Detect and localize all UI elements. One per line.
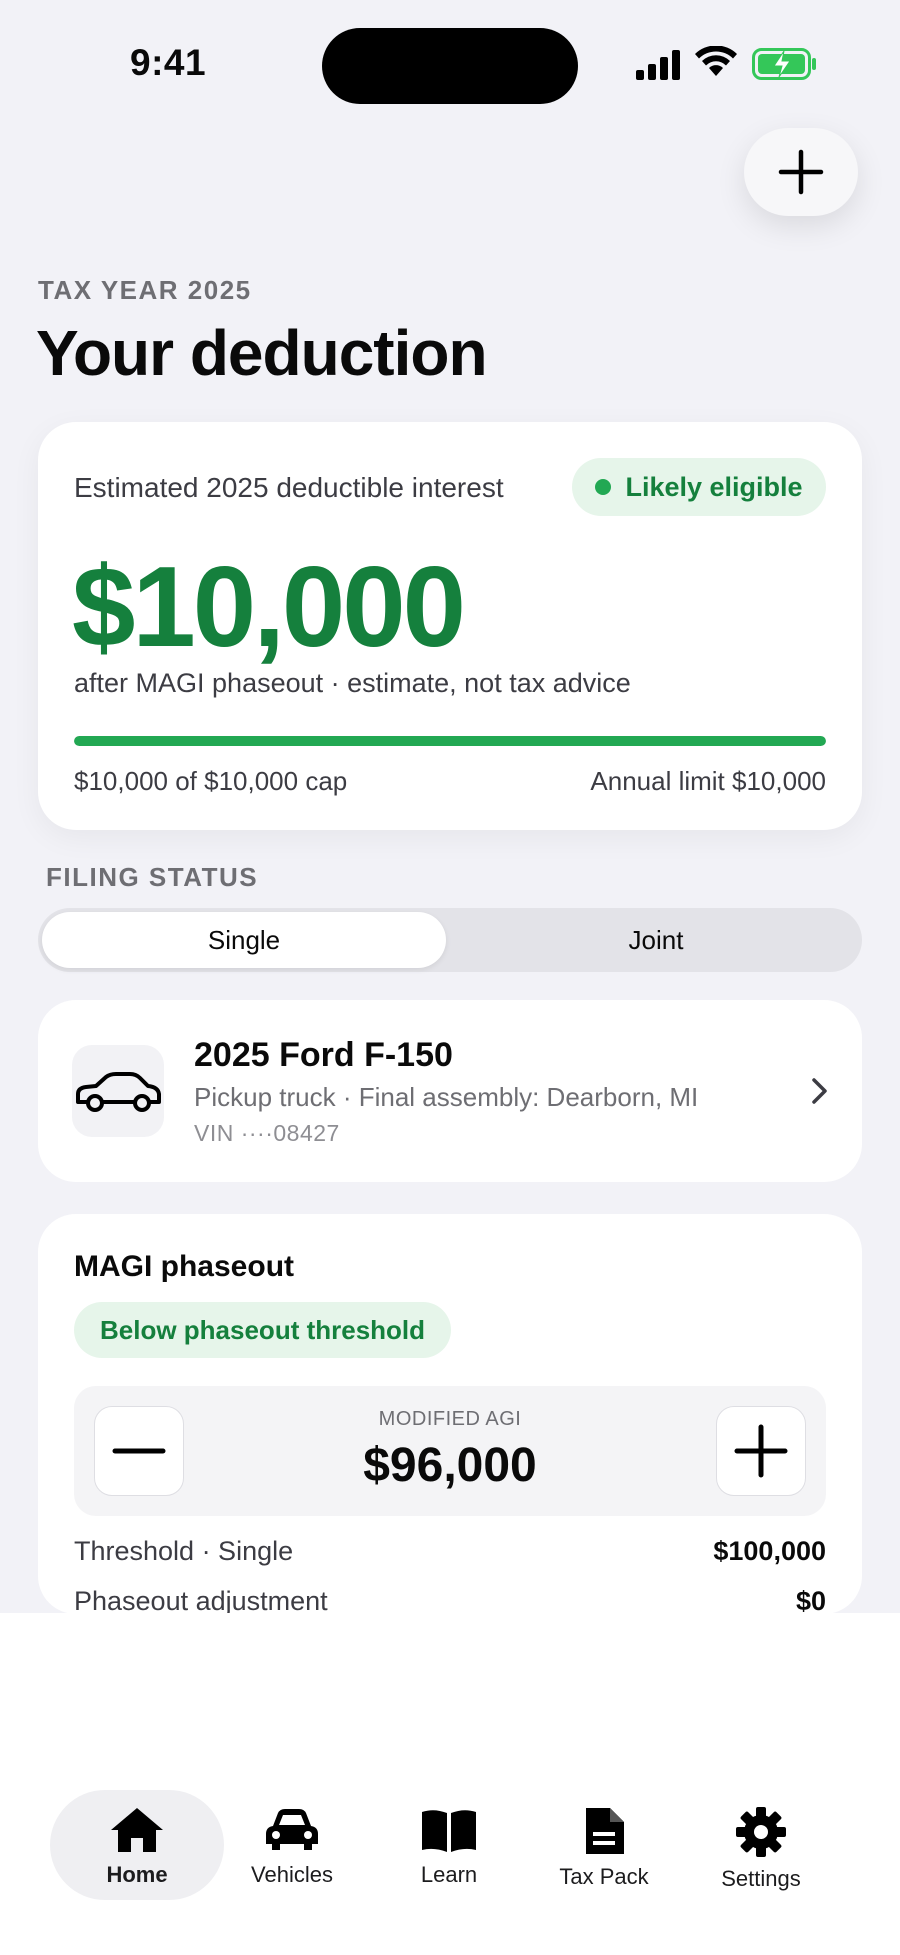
status-dot-icon	[595, 479, 612, 495]
filing-status-segmented-control[interactable]: Single Joint	[38, 908, 862, 972]
eligibility-badge-label: Likely eligible	[625, 471, 803, 502]
tab-settings-label: Settings	[721, 1866, 801, 1891]
annual-limit-text: Annual limit $10,000	[590, 766, 826, 796]
tab-home[interactable]: Home	[52, 1786, 222, 1896]
cellular-signal-icon	[636, 50, 680, 80]
tab-home-label: Home	[106, 1862, 168, 1887]
eligibility-badge: Likely eligible	[572, 458, 826, 516]
chevron-right-icon	[812, 1078, 827, 1104]
deduction-amount: $10,000	[72, 544, 466, 671]
vehicle-title: 2025 Ford F-150	[194, 1036, 453, 1074]
magi-title: MAGI phaseout	[74, 1250, 295, 1283]
deduction-subtitle: after MAGI phaseout · estimate, not tax …	[74, 668, 631, 698]
filing-status-joint[interactable]: Joint	[454, 912, 858, 968]
tab-tax-pack-label: Tax Pack	[559, 1864, 649, 1889]
deduction-summary-card: Estimated 2025 deductible interest Likel…	[38, 422, 862, 830]
threshold-label: Threshold · Single	[74, 1536, 294, 1566]
car-outline-icon	[76, 1072, 161, 1112]
plus-icon	[778, 149, 824, 195]
cap-progress-fill	[74, 736, 826, 746]
tab-learn[interactable]: Learn	[364, 1786, 534, 1896]
house-icon	[111, 1808, 163, 1852]
status-time: 9:41	[130, 42, 207, 83]
tab-vehicles-label: Vehicles	[251, 1862, 333, 1887]
tax-year-label: TAX YEAR 2025	[38, 275, 252, 305]
vehicle-subtitle: Pickup truck · Final assembly: Dearborn,…	[194, 1082, 699, 1112]
deduction-label: Estimated 2025 deductible interest	[74, 472, 504, 503]
filing-status-label: FILING STATUS	[46, 862, 259, 892]
magi-input-label: MODIFIED AGI	[378, 1408, 522, 1430]
vehicle-vin: VIN ····08427	[194, 1120, 340, 1146]
add-button[interactable]	[744, 128, 858, 216]
gear-icon	[736, 1807, 786, 1857]
magi-stepper: MODIFIED AGI $96,000	[74, 1386, 826, 1516]
page-title: Your deduction	[36, 317, 488, 389]
car-icon	[266, 1809, 318, 1850]
tab-bar: Home Vehicles Learn Tax Pack Settings	[0, 1786, 900, 1955]
filing-status-single[interactable]: Single	[42, 912, 446, 968]
magi-phaseout-card: MAGI phaseout Below phaseout threshold M…	[38, 1214, 862, 1616]
dynamic-island	[322, 28, 578, 104]
tab-learn-label: Learn	[420, 1862, 478, 1887]
plus-icon	[734, 1424, 788, 1478]
tab-vehicles[interactable]: Vehicles	[207, 1786, 377, 1896]
threshold-value: $100,000	[713, 1536, 826, 1566]
cap-progress-text: $10,000 of $10,000 cap	[74, 766, 348, 796]
increase-magi-button[interactable]	[716, 1406, 806, 1496]
tab-settings[interactable]: Settings	[676, 1786, 846, 1896]
cap-progress-bar	[74, 736, 826, 746]
magi-value[interactable]: $96,000	[74, 1438, 826, 1493]
tab-tax-pack[interactable]: Tax Pack	[519, 1786, 689, 1896]
phaseout-status-badge: Below phaseout threshold	[74, 1302, 452, 1358]
vehicle-card[interactable]: 2025 Ford F-150 Pickup truck · Final ass…	[38, 1000, 862, 1182]
wifi-icon	[695, 46, 737, 76]
book-icon	[422, 1810, 476, 1852]
battery-charging-icon	[752, 48, 816, 80]
vehicle-thumbnail	[72, 1045, 164, 1137]
document-icon	[586, 1808, 624, 1854]
